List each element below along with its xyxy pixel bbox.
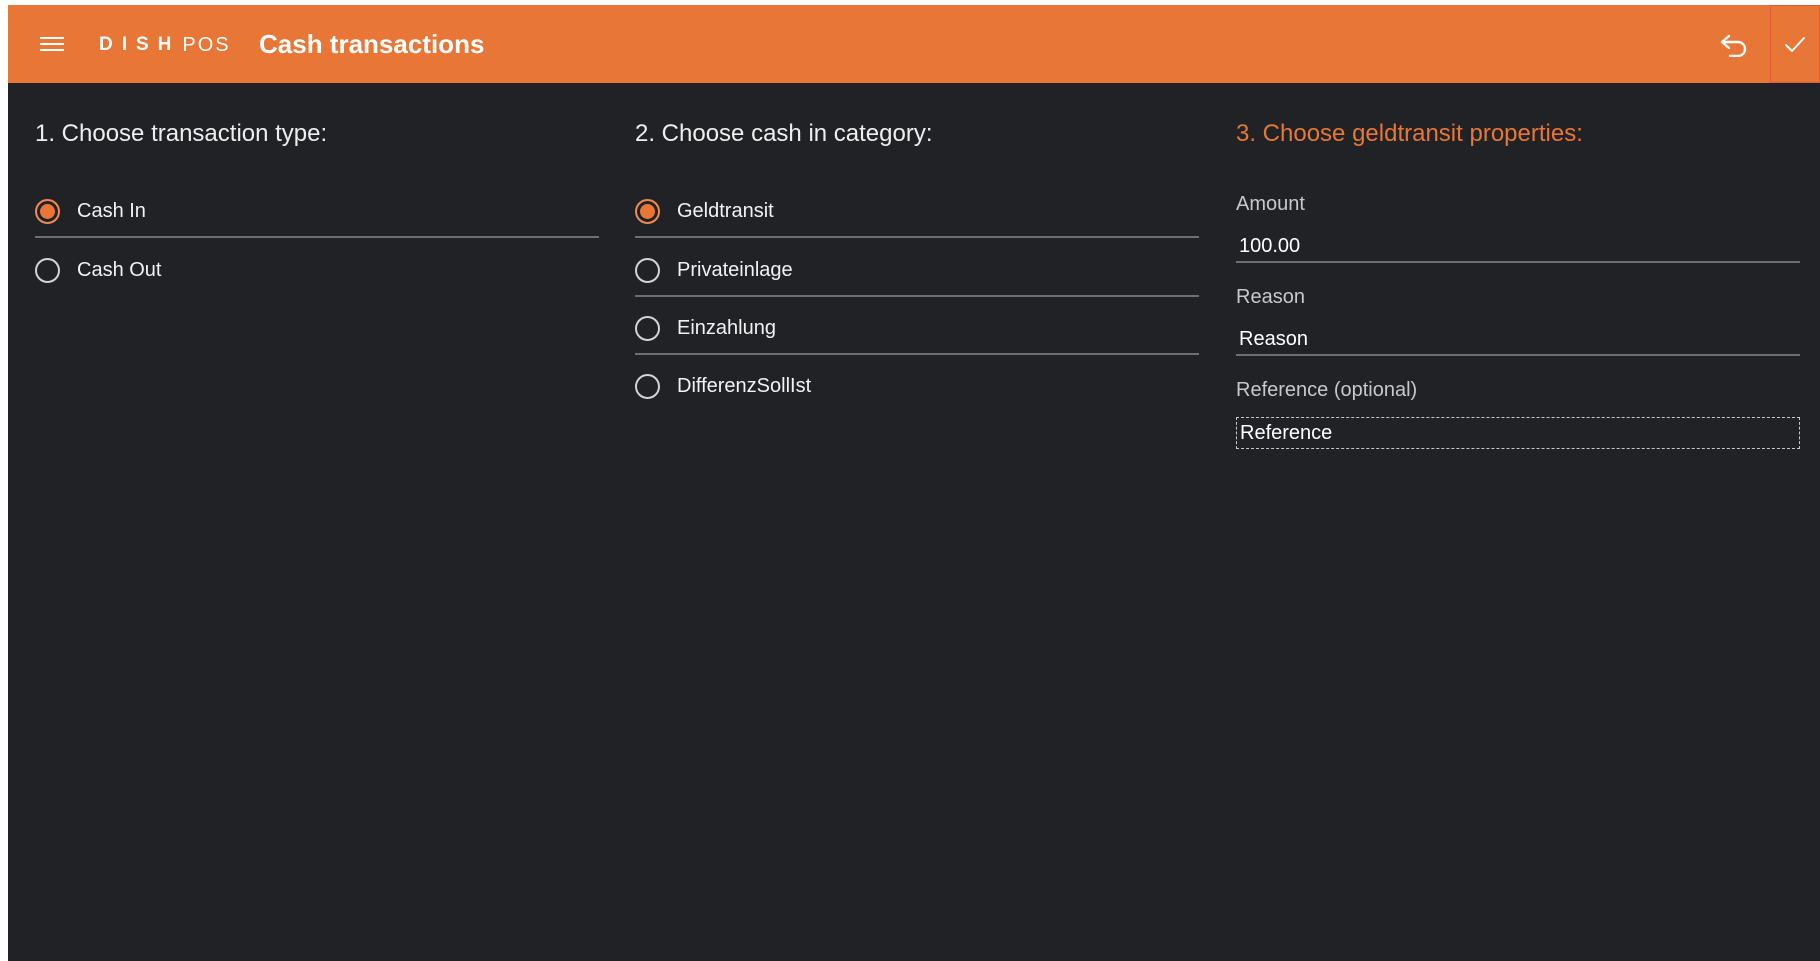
page-title: Cash transactions: [259, 29, 485, 59]
amount-label: Amount: [1236, 193, 1305, 215]
undo-icon[interactable]: [1714, 29, 1754, 61]
logo-dish-text: DISH: [99, 34, 181, 55]
radio-option-einzahlung[interactable]: Einzahlung: [635, 305, 1199, 355]
radio-label: Geldtransit: [677, 200, 774, 222]
amount-input[interactable]: [1236, 231, 1800, 263]
radio-checked-icon[interactable]: [635, 199, 660, 224]
reference-label: Reference (optional): [1236, 379, 1418, 401]
radio-checked-icon[interactable]: [35, 199, 60, 224]
reason-input[interactable]: [1236, 324, 1800, 356]
radio-option-privateinlage[interactable]: Privateinlage: [635, 247, 1199, 297]
logo-pos-text: POS: [182, 33, 231, 56]
radio-unchecked-icon[interactable]: [635, 374, 660, 399]
radio-label: Einzahlung: [677, 317, 776, 339]
reason-label: Reason: [1236, 286, 1305, 308]
radio-option-differenzsollist[interactable]: DifferenzSollIst: [635, 363, 1199, 413]
top-app-bar: DISH POS Cash transactions: [8, 5, 1820, 83]
radio-unchecked-icon[interactable]: [635, 258, 660, 283]
radio-unchecked-icon[interactable]: [35, 258, 60, 283]
cash-transactions-screen: DISH POS Cash transactions 1. Choose tra…: [8, 5, 1820, 961]
step1-title: 1. Choose transaction type:: [35, 120, 328, 147]
radio-label: Privateinlage: [677, 259, 793, 281]
radio-label: Cash Out: [77, 259, 162, 281]
radio-label: DifferenzSollIst: [677, 375, 812, 397]
reference-input[interactable]: [1236, 417, 1800, 449]
dish-pos-logo: DISH POS: [99, 31, 231, 59]
radio-option-cash-in[interactable]: Cash In: [35, 188, 599, 238]
step3-title: 3. Choose geldtransit properties:: [1236, 120, 1583, 147]
step2-title: 2. Choose cash in category:: [635, 120, 933, 147]
radio-option-geldtransit[interactable]: Geldtransit: [635, 188, 1199, 238]
radio-label: Cash In: [77, 200, 146, 222]
radio-option-cash-out[interactable]: Cash Out: [35, 247, 599, 297]
radio-unchecked-icon[interactable]: [635, 316, 660, 341]
confirm-button[interactable]: [1770, 5, 1820, 83]
hamburger-menu-icon[interactable]: [38, 31, 68, 57]
checkmark-icon: [1785, 37, 1805, 52]
